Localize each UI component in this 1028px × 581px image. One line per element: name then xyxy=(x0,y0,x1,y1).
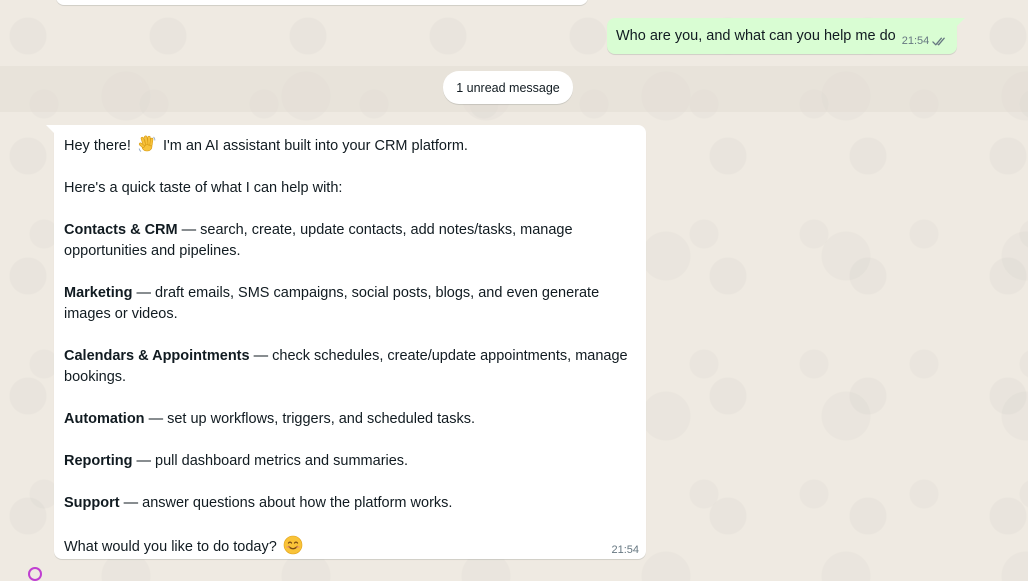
capability-title: Automation xyxy=(64,411,145,427)
closing-text: What would you like to do today? xyxy=(64,539,277,555)
capability-title: Reporting xyxy=(64,453,133,469)
capability-section: Automation — set up workflows, triggers,… xyxy=(64,409,636,430)
incoming-message-time: 21:54 xyxy=(611,544,639,556)
capability-title: Contacts & CRM xyxy=(64,222,178,238)
message-intro: Here's a quick taste of what I can help … xyxy=(64,180,343,196)
capability-description: — draft emails, SMS campaigns, social po… xyxy=(64,285,600,322)
double-check-icon xyxy=(932,37,946,45)
waving-hand-icon xyxy=(138,135,156,152)
capability-title: Calendars & Appointments xyxy=(64,348,250,364)
outgoing-message-time: 21:54 xyxy=(901,35,930,47)
capability-description: — pull dashboard metrics and summaries. xyxy=(132,453,409,469)
outgoing-message[interactable]: Who are you, and what can you help me do… xyxy=(607,18,966,54)
capability-section: Contacts & CRM — search, create, update … xyxy=(64,220,636,262)
greeting-text-rest: I'm an AI assistant built into your CRM … xyxy=(162,138,468,154)
capability-description: — set up workflows, triggers, and schedu… xyxy=(144,411,475,427)
capability-section: Support — answer questions about how the… xyxy=(64,493,636,514)
greeting-text: Hey there! xyxy=(64,138,131,154)
smiling-face-icon xyxy=(283,535,303,555)
capability-section: Marketing — draft emails, SMS campaigns,… xyxy=(64,283,636,325)
chat-area[interactable]: Who are you, and what can you help me do… xyxy=(0,0,1028,581)
incoming-message[interactable]: Hey there! I'm an AI assistant built int… xyxy=(46,125,646,559)
message-closing: What would you like to do today? xyxy=(64,535,636,558)
capability-section: Reporting — pull dashboard metrics and s… xyxy=(64,451,636,472)
capability-section: Calendars & Appointments — check schedul… xyxy=(64,346,636,388)
outgoing-message-meta: 21:54 xyxy=(902,35,948,47)
capability-title: Support xyxy=(64,495,120,511)
mouse-cursor-indicator xyxy=(28,567,42,581)
unread-messages-badge: 1 unread message xyxy=(443,71,573,104)
capability-title: Marketing xyxy=(64,285,133,301)
message-greeting: Hey there! I'm an AI assistant built int… xyxy=(64,134,636,157)
capability-description: — answer questions about how the platfor… xyxy=(119,495,453,511)
outgoing-message-text: Who are you, and what can you help me do xyxy=(616,28,896,44)
previous-message-bubble xyxy=(56,0,588,5)
